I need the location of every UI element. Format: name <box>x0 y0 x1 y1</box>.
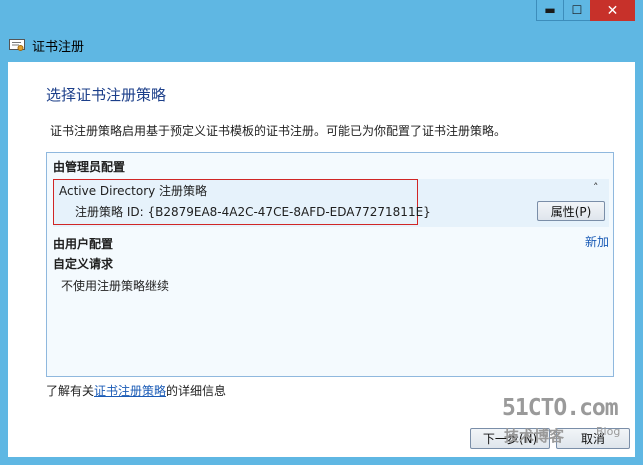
policy-list: 由管理员配置 Active Directory 注册策略 注册策略 ID: {B… <box>46 152 614 377</box>
properties-button[interactable]: 属性(P) <box>537 201 605 221</box>
close-button[interactable]: ✕ <box>590 0 635 21</box>
certificate-icon <box>9 39 25 51</box>
no-policy-option[interactable]: 不使用注册策略继续 <box>61 277 169 294</box>
cancel-button[interactable]: 取消 <box>556 428 630 449</box>
policy-item-title: Active Directory 注册策略 <box>59 184 208 198</box>
admin-group-label: 由管理员配置 <box>53 160 126 174</box>
user-group-label: 由用户配置 <box>53 237 114 251</box>
learn-prefix: 了解有关 <box>46 384 95 398</box>
minimize-button[interactable]: ▬ <box>536 0 563 21</box>
next-button[interactable]: 下一步(N) <box>470 428 550 449</box>
page-title: 选择证书注册策略 <box>46 86 167 104</box>
add-link[interactable]: 新加 <box>585 233 609 250</box>
custom-request-label: 自定义请求 <box>53 257 114 271</box>
policy-item-active-directory[interactable]: Active Directory 注册策略 注册策略 ID: {B2879EA8… <box>53 179 609 227</box>
learn-more-link[interactable]: 证书注册策略 <box>94 384 166 398</box>
maximize-button[interactable]: ☐ <box>563 0 590 21</box>
learn-suffix: 的详细信息 <box>166 384 227 398</box>
dialog-window: 证书注册 ▬ ☐ ✕ 选择证书注册策略 证书注册策略启用基于预定义证书模板的证书… <box>0 0 643 465</box>
page-description: 证书注册策略启用基于预定义证书模板的证书注册。可能已为你配置了证书注册策略。 <box>50 124 507 138</box>
dialog-content: 选择证书注册策略 证书注册策略启用基于预定义证书模板的证书注册。可能已为你配置了… <box>8 62 635 457</box>
window-title: 证书注册 <box>32 40 85 55</box>
policy-item-id: 注册策略 ID: {B2879EA8-4A2C-47CE-8AFD-EDA772… <box>75 205 431 219</box>
chevron-up-icon[interactable]: ˄ <box>593 181 599 194</box>
learn-more-text: 了解有关证书注册策略的详细信息 <box>46 382 226 399</box>
